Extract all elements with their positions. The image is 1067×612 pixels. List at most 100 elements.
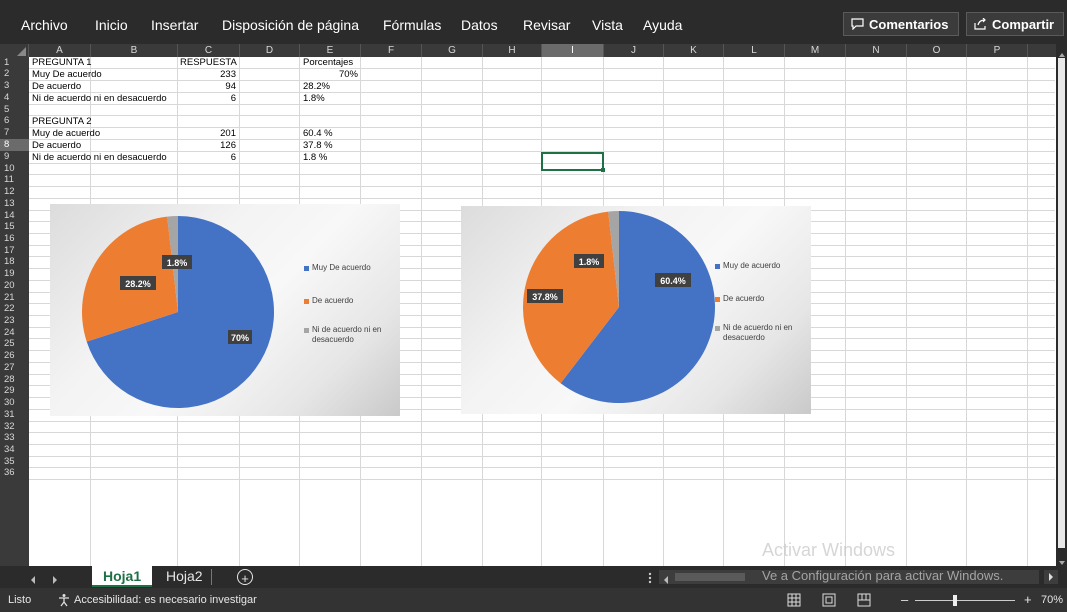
menu-disposicion-pagina[interactable]: Disposición de página bbox=[222, 17, 359, 33]
column-header-p[interactable]: P bbox=[967, 44, 1028, 57]
next-sheet-arrow-icon[interactable] bbox=[50, 572, 60, 584]
column-header-c[interactable]: C bbox=[178, 44, 240, 57]
row-header-31[interactable]: 31 bbox=[0, 409, 29, 421]
status-accessibility[interactable]: Accesibilidad: es necesario investigar bbox=[74, 594, 257, 606]
accessibility-icon[interactable] bbox=[57, 593, 71, 607]
cell-c8[interactable]: 126 bbox=[179, 140, 236, 151]
row-header-23[interactable]: 23 bbox=[0, 315, 29, 327]
cell-e7[interactable]: 60.4 % bbox=[303, 128, 333, 139]
row-header-25[interactable]: 25 bbox=[0, 338, 29, 350]
active-cell-i8[interactable] bbox=[541, 152, 605, 172]
column-header-j[interactable]: J bbox=[604, 44, 664, 57]
cell-c4[interactable]: 6 bbox=[179, 93, 236, 104]
row-header-32[interactable]: 32 bbox=[0, 421, 29, 432]
column-header-o[interactable]: O bbox=[907, 44, 967, 57]
row-header-19[interactable]: 19 bbox=[0, 268, 29, 280]
row-header-1[interactable]: 1 bbox=[0, 57, 29, 68]
menu-vista[interactable]: Vista bbox=[592, 17, 623, 33]
menu-ayuda[interactable]: Ayuda bbox=[643, 17, 682, 33]
add-sheet-button[interactable]: + bbox=[237, 569, 253, 585]
column-header-i[interactable]: I bbox=[542, 44, 604, 57]
vertical-scrollbar[interactable] bbox=[1056, 44, 1067, 566]
row-header-18[interactable]: 18 bbox=[0, 256, 29, 268]
cell-e2[interactable]: 70% bbox=[301, 69, 358, 80]
scroll-right-arrow-icon[interactable] bbox=[1044, 570, 1058, 584]
column-header-g[interactable]: G bbox=[422, 44, 483, 57]
menu-formulas[interactable]: Fórmulas bbox=[383, 17, 441, 33]
row-header-5[interactable]: 5 bbox=[0, 104, 29, 115]
row-header-14[interactable]: 14 bbox=[0, 210, 29, 221]
tab-splitter-dots-icon[interactable] bbox=[648, 571, 652, 584]
scroll-thumb[interactable] bbox=[1058, 58, 1065, 548]
row-header-26[interactable]: 26 bbox=[0, 350, 29, 362]
tab-hoja2[interactable]: Hoja2 bbox=[158, 566, 210, 587]
worksheet-grid[interactable]: PREGUNTA 1 RESPUESTA Porcentajes Muy De … bbox=[29, 57, 1055, 566]
menu-insertar[interactable]: Insertar bbox=[151, 17, 198, 33]
row-header-24[interactable]: 24 bbox=[0, 327, 29, 338]
row-header-16[interactable]: 16 bbox=[0, 233, 29, 245]
row-header-36[interactable]: 36 bbox=[0, 467, 29, 479]
row-header-34[interactable]: 34 bbox=[0, 444, 29, 456]
row-header-10[interactable]: 10 bbox=[0, 163, 29, 174]
column-header-l[interactable]: L bbox=[724, 44, 785, 57]
h-scroll-thumb[interactable] bbox=[675, 573, 745, 581]
row-header-35[interactable]: 35 bbox=[0, 456, 29, 467]
row-header-9[interactable]: 9 bbox=[0, 151, 29, 163]
cell-c2[interactable]: 233 bbox=[179, 69, 236, 80]
cell-a1[interactable]: PREGUNTA 1 bbox=[32, 57, 91, 68]
row-header-22[interactable]: 22 bbox=[0, 303, 29, 315]
row-header-20[interactable]: 20 bbox=[0, 280, 29, 292]
cell-e3[interactable]: 28.2% bbox=[303, 81, 330, 92]
menu-datos[interactable]: Datos bbox=[461, 17, 498, 33]
row-header-30[interactable]: 30 bbox=[0, 397, 29, 409]
cell-e1[interactable]: Porcentajes bbox=[303, 57, 353, 68]
fill-handle[interactable] bbox=[601, 168, 605, 172]
column-header-k[interactable]: K bbox=[664, 44, 724, 57]
cell-a9[interactable]: Ni de acuerdo ni en desacuerdo bbox=[32, 152, 167, 163]
cell-a3[interactable]: De acuerdo bbox=[32, 81, 81, 92]
cell-e9[interactable]: 1.8 % bbox=[303, 152, 327, 163]
row-header-8[interactable]: 8 bbox=[0, 139, 29, 151]
page-break-view-icon[interactable] bbox=[857, 593, 871, 607]
cell-c7[interactable]: 201 bbox=[179, 128, 236, 139]
cell-a8[interactable]: De acuerdo bbox=[32, 140, 81, 151]
cell-c1[interactable]: RESPUESTA bbox=[180, 57, 237, 68]
scroll-down-arrow-icon[interactable] bbox=[1058, 554, 1066, 565]
menu-archivo[interactable]: Archivo bbox=[21, 17, 68, 33]
row-header-29[interactable]: 29 bbox=[0, 385, 29, 397]
column-header-f[interactable]: F bbox=[361, 44, 422, 57]
comments-button[interactable]: Comentarios bbox=[843, 12, 959, 36]
cell-e4[interactable]: 1.8% bbox=[303, 93, 325, 104]
prev-sheet-arrow-icon[interactable] bbox=[28, 572, 38, 584]
share-button[interactable]: Compartir bbox=[966, 12, 1064, 36]
cell-c9[interactable]: 6 bbox=[179, 152, 236, 163]
row-header-27[interactable]: 27 bbox=[0, 362, 29, 374]
zoom-slider-thumb[interactable] bbox=[953, 595, 957, 606]
cell-a2[interactable]: Muy De acuerdo bbox=[32, 69, 102, 80]
tab-hoja1[interactable]: Hoja1 bbox=[92, 566, 152, 587]
cell-e8[interactable]: 37.8 % bbox=[303, 140, 333, 151]
zoom-level[interactable]: 70% bbox=[1041, 594, 1063, 606]
column-header-m[interactable]: M bbox=[785, 44, 846, 57]
row-header-3[interactable]: 3 bbox=[0, 80, 29, 92]
menu-revisar[interactable]: Revisar bbox=[523, 17, 570, 33]
row-header-33[interactable]: 33 bbox=[0, 432, 29, 444]
column-header-n[interactable]: N bbox=[846, 44, 907, 57]
normal-view-icon[interactable] bbox=[787, 593, 801, 607]
row-header-13[interactable]: 13 bbox=[0, 198, 29, 210]
row-header-4[interactable]: 4 bbox=[0, 92, 29, 104]
cell-a6[interactable]: PREGUNTA 2 bbox=[32, 116, 91, 127]
row-header-17[interactable]: 17 bbox=[0, 245, 29, 256]
chart-pregunta-1[interactable]: 70% 28.2% 1.8% Muy De acuerdo De acuerdo N… bbox=[50, 204, 400, 416]
cell-a4[interactable]: Ni de acuerdo ni en desacuerdo bbox=[32, 93, 167, 104]
row-header-21[interactable]: 21 bbox=[0, 292, 29, 303]
column-header-e[interactable]: E bbox=[300, 44, 361, 57]
column-header-d[interactable]: D bbox=[240, 44, 300, 57]
page-layout-view-icon[interactable] bbox=[822, 593, 836, 607]
column-header-a[interactable]: A bbox=[29, 44, 91, 57]
menu-inicio[interactable]: Inicio bbox=[95, 17, 128, 33]
cell-a7[interactable]: Muy de acuerdo bbox=[32, 128, 100, 139]
zoom-out-icon[interactable]: – bbox=[901, 592, 908, 607]
zoom-in-icon[interactable]: + bbox=[1024, 592, 1032, 607]
column-header-h[interactable]: H bbox=[483, 44, 542, 57]
